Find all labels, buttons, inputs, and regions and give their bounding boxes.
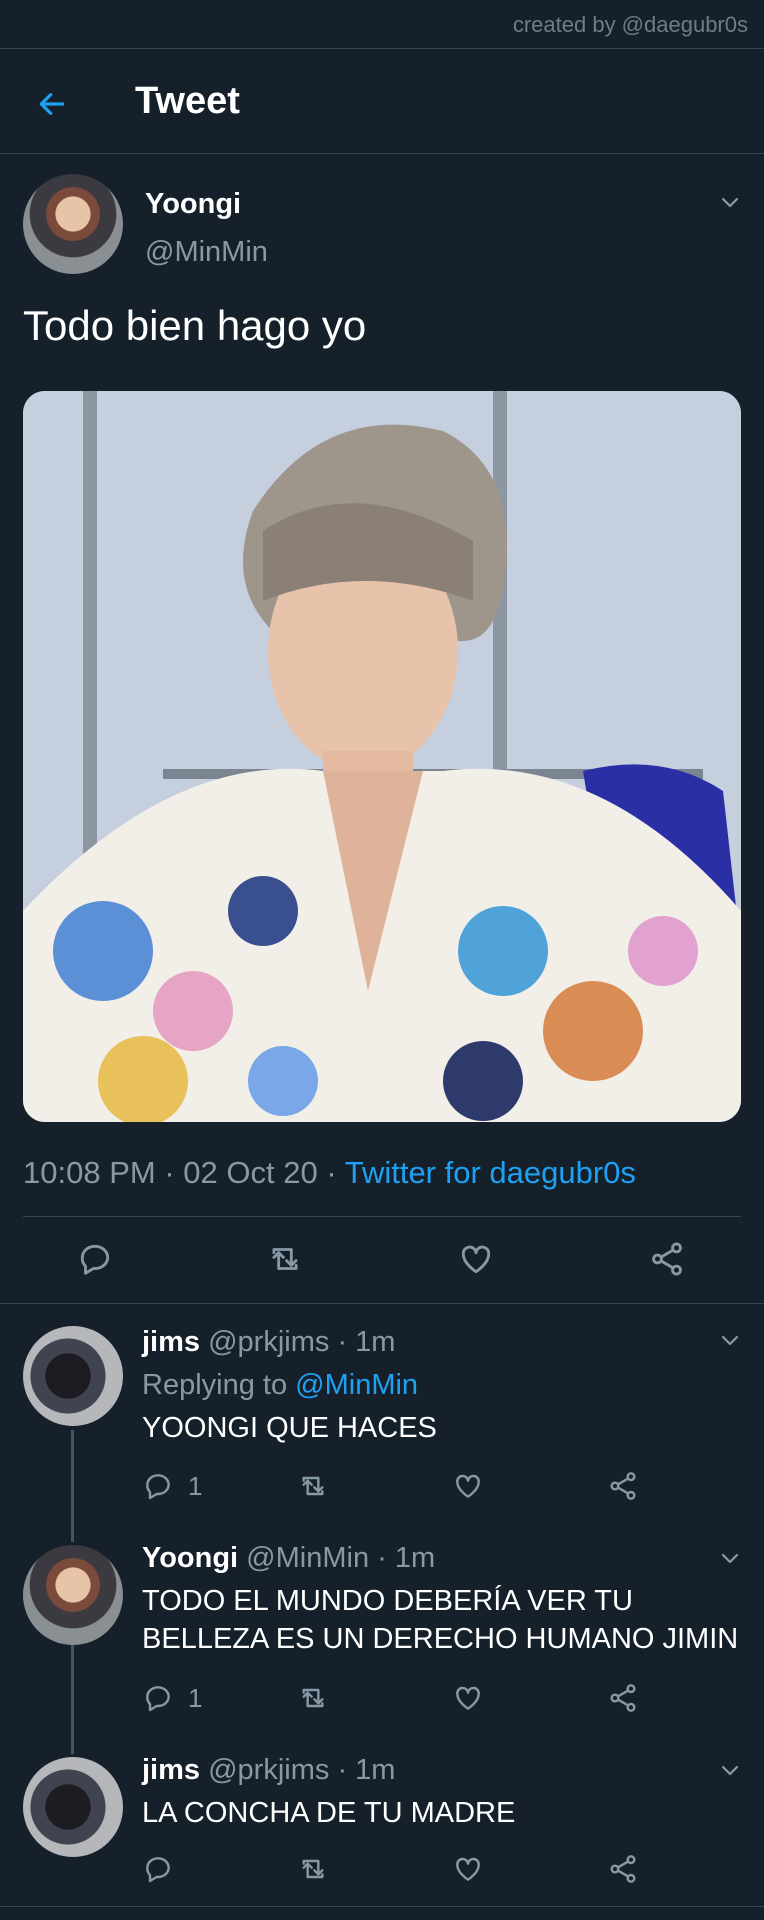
share-icon bbox=[652, 1242, 682, 1276]
retweet-button[interactable] bbox=[265, 1240, 305, 1278]
tweet-meta: 10:08 PM · 02 Oct 20 · Twitter for daegu… bbox=[23, 1155, 636, 1191]
photo-icon bbox=[23, 391, 741, 1122]
top-divider bbox=[0, 48, 764, 49]
reply-text-line: BELLEZA ES UN DERECHO HUMANO JIMIN bbox=[142, 1623, 739, 1655]
reply-author-name[interactable]: Yoongi bbox=[142, 1542, 238, 1574]
reply-count: 1 bbox=[188, 1682, 203, 1713]
chevron-down-icon bbox=[721, 197, 739, 208]
meta-separator: · bbox=[164, 1155, 175, 1190]
reply-author-handle[interactable]: @prkjims bbox=[208, 1326, 329, 1358]
retweet-icon bbox=[272, 1248, 298, 1270]
tweet-time: 10:08 PM bbox=[23, 1155, 156, 1190]
tweet-text: Todo bien hago yo bbox=[23, 302, 367, 349]
heart-icon bbox=[456, 1857, 480, 1881]
meta-separator: · bbox=[337, 1326, 348, 1358]
retweet-icon bbox=[302, 1859, 324, 1879]
chevron-down-icon bbox=[721, 1335, 739, 1346]
page-title: Tweet bbox=[135, 80, 240, 122]
like-button[interactable] bbox=[452, 1682, 484, 1714]
reply-age: 1m bbox=[394, 1542, 436, 1574]
top-bar: Tweet bbox=[0, 50, 764, 154]
like-button[interactable] bbox=[452, 1853, 484, 1885]
reply-author-name[interactable]: jims bbox=[142, 1754, 200, 1786]
reply-options-button[interactable] bbox=[716, 1756, 744, 1784]
reply-avatar[interactable] bbox=[23, 1757, 123, 1857]
retweet-button[interactable] bbox=[296, 1470, 330, 1502]
replying-to: Replying to @MinMin bbox=[142, 1369, 418, 1402]
share-icon bbox=[610, 1684, 636, 1712]
creator-credit: created by @daegubr0s bbox=[512, 12, 748, 37]
share-button[interactable] bbox=[607, 1853, 639, 1885]
reply-count: 1 bbox=[188, 1470, 203, 1501]
reply-button[interactable]: 1 bbox=[142, 1682, 202, 1714]
reply-icon bbox=[146, 1857, 170, 1883]
reply-options-button[interactable] bbox=[716, 1326, 744, 1354]
reply-text: TODO EL MUNDO DEBERÍA VER TU BELLEZA ES … bbox=[142, 1582, 738, 1658]
reply-text: YOONGI QUE HACES bbox=[142, 1412, 437, 1444]
share-button[interactable] bbox=[607, 1682, 639, 1714]
share-icon bbox=[610, 1472, 636, 1500]
reply-avatar[interactable] bbox=[23, 1326, 123, 1426]
tweet-date: 02 Oct 20 bbox=[183, 1155, 318, 1190]
tweet-actions bbox=[0, 1232, 764, 1288]
share-button[interactable] bbox=[607, 1470, 639, 1502]
retweet-icon bbox=[302, 1476, 324, 1496]
reply-age: 1m bbox=[355, 1326, 396, 1358]
share-icon bbox=[610, 1855, 636, 1883]
bottom-divider bbox=[0, 1906, 764, 1907]
retweet-icon bbox=[302, 1688, 324, 1708]
heart-icon bbox=[461, 1245, 491, 1274]
chevron-down-icon bbox=[721, 1765, 739, 1776]
reply-header: jims @prkjims · 1m bbox=[142, 1754, 395, 1787]
reply-button[interactable] bbox=[142, 1853, 174, 1885]
reply-text-line: TODO EL MUNDO DEBERÍA VER TU bbox=[142, 1585, 633, 1617]
heart-icon bbox=[456, 1474, 480, 1498]
share-button[interactable] bbox=[648, 1240, 686, 1278]
reply-text: LA CONCHA DE TU MADRE bbox=[142, 1797, 516, 1829]
replying-to-label: Replying to bbox=[142, 1369, 288, 1401]
meta-separator: · bbox=[337, 1754, 348, 1786]
heart-icon bbox=[456, 1686, 480, 1710]
like-button[interactable] bbox=[452, 1470, 484, 1502]
retweet-button[interactable] bbox=[296, 1682, 330, 1714]
meta-separator: · bbox=[326, 1155, 337, 1190]
thread-connector bbox=[71, 1644, 74, 1754]
reply-button[interactable] bbox=[76, 1240, 114, 1278]
reply-icon bbox=[80, 1244, 110, 1275]
tweet-source-link[interactable]: Twitter for daegubr0s bbox=[345, 1155, 636, 1190]
reply-age: 1m bbox=[355, 1754, 396, 1786]
reply-author-handle[interactable]: @prkjims bbox=[208, 1754, 329, 1786]
author-avatar[interactable] bbox=[23, 174, 123, 274]
thread-connector bbox=[71, 1430, 74, 1542]
reply-options-button[interactable] bbox=[716, 1544, 744, 1572]
header-divider bbox=[0, 153, 764, 154]
author-name[interactable]: Yoongi bbox=[145, 188, 241, 221]
replying-to-handle[interactable]: @MinMin bbox=[295, 1369, 418, 1401]
reply-button[interactable]: 1 bbox=[142, 1470, 202, 1502]
retweet-button[interactable] bbox=[296, 1853, 330, 1885]
actions-divider bbox=[0, 1303, 764, 1304]
tweet-media[interactable] bbox=[23, 391, 741, 1122]
tweet-options-button[interactable] bbox=[716, 188, 744, 216]
meta-divider bbox=[23, 1216, 741, 1217]
reply-author-name[interactable]: jims bbox=[142, 1326, 200, 1358]
reply-header: jims @prkjims · 1m bbox=[142, 1326, 395, 1359]
author-handle[interactable]: @MinMin bbox=[145, 236, 268, 269]
back-button[interactable] bbox=[30, 82, 74, 126]
like-button[interactable] bbox=[457, 1240, 495, 1278]
reply-author-handle[interactable]: @MinMin bbox=[246, 1542, 369, 1574]
meta-separator: · bbox=[377, 1542, 387, 1574]
reply-avatar[interactable] bbox=[23, 1545, 123, 1645]
reply-icon bbox=[146, 1474, 170, 1500]
reply-header: Yoongi @MinMin · 1m bbox=[142, 1542, 435, 1575]
back-arrow-icon bbox=[39, 93, 65, 115]
chevron-down-icon bbox=[721, 1553, 739, 1564]
reply-icon bbox=[146, 1686, 170, 1712]
